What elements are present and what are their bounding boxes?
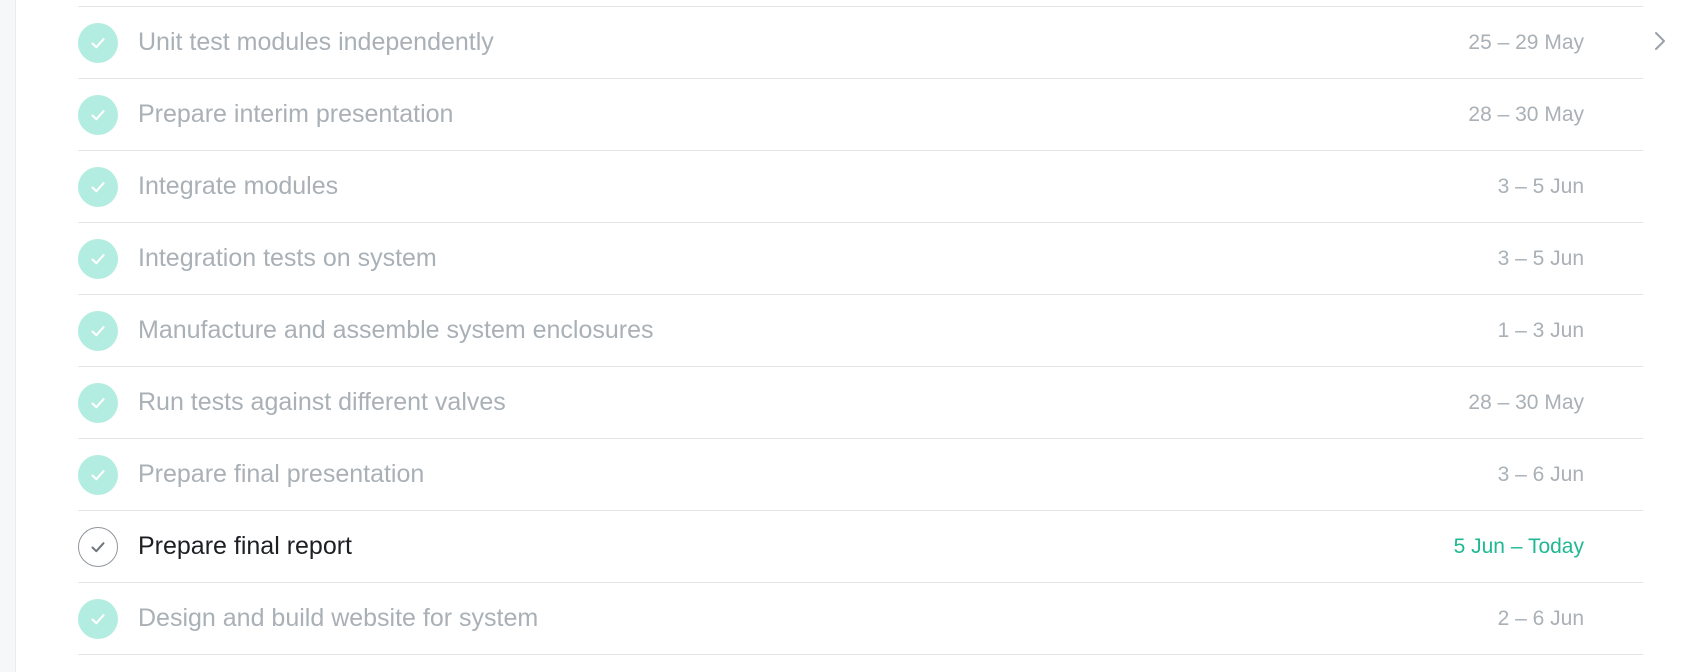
task-row[interactable]: Prepare interim presentation 28 – 30 May (78, 79, 1643, 151)
task-row[interactable]: Integration tests on system 3 – 5 Jun (78, 223, 1643, 295)
task-date: 28 – 30 May (1468, 390, 1584, 414)
left-rail (0, 0, 16, 672)
completed-check-icon[interactable] (78, 94, 118, 135)
task-title: Manufacture and assemble system enclosur… (138, 316, 654, 344)
top-divider (78, 0, 1643, 7)
completed-check-icon[interactable] (78, 310, 118, 351)
completed-check-icon[interactable] (78, 454, 118, 495)
task-title: Prepare interim presentation (138, 100, 454, 128)
task-date-today: 5 Jun – Today (1453, 534, 1584, 558)
task-title: Prepare final presentation (138, 460, 425, 488)
task-row-active[interactable]: Prepare final report 5 Jun – Today (78, 511, 1643, 583)
task-title: Run tests against different valves (138, 388, 506, 416)
task-date: 2 – 6 Jun (1497, 606, 1584, 630)
task-date: 1 – 3 Jun (1497, 318, 1584, 342)
task-date: 3 – 6 Jun (1497, 462, 1584, 486)
task-date: 3 – 5 Jun (1497, 246, 1584, 270)
completed-check-icon[interactable] (78, 238, 118, 279)
completed-check-icon[interactable] (78, 166, 118, 207)
task-title: Integration tests on system (138, 244, 437, 272)
task-date: 25 – 29 May (1468, 30, 1584, 54)
task-title: Prepare final report (138, 532, 353, 560)
task-list: Unit test modules independently 25 – 29 … (78, 0, 1643, 655)
task-date: 3 – 5 Jun (1497, 174, 1584, 198)
incomplete-check-icon[interactable] (78, 526, 118, 567)
task-row[interactable]: Design and build website for system 2 – … (78, 583, 1643, 655)
task-row[interactable]: Unit test modules independently 25 – 29 … (78, 7, 1643, 79)
completed-check-icon[interactable] (78, 598, 118, 639)
task-title: Design and build website for system (138, 604, 539, 632)
chevron-right-icon[interactable] (1652, 29, 1668, 53)
task-row[interactable]: Manufacture and assemble system enclosur… (78, 295, 1643, 367)
task-title: Unit test modules independently (138, 28, 494, 56)
task-title: Integrate modules (138, 172, 339, 200)
task-date: 28 – 30 May (1468, 102, 1584, 126)
task-row[interactable]: Run tests against different valves 28 – … (78, 367, 1643, 439)
task-row[interactable]: Prepare final presentation 3 – 6 Jun (78, 439, 1643, 511)
completed-check-icon[interactable] (78, 382, 118, 423)
task-row[interactable]: Integrate modules 3 – 5 Jun (78, 151, 1643, 223)
completed-check-icon[interactable] (78, 22, 118, 63)
